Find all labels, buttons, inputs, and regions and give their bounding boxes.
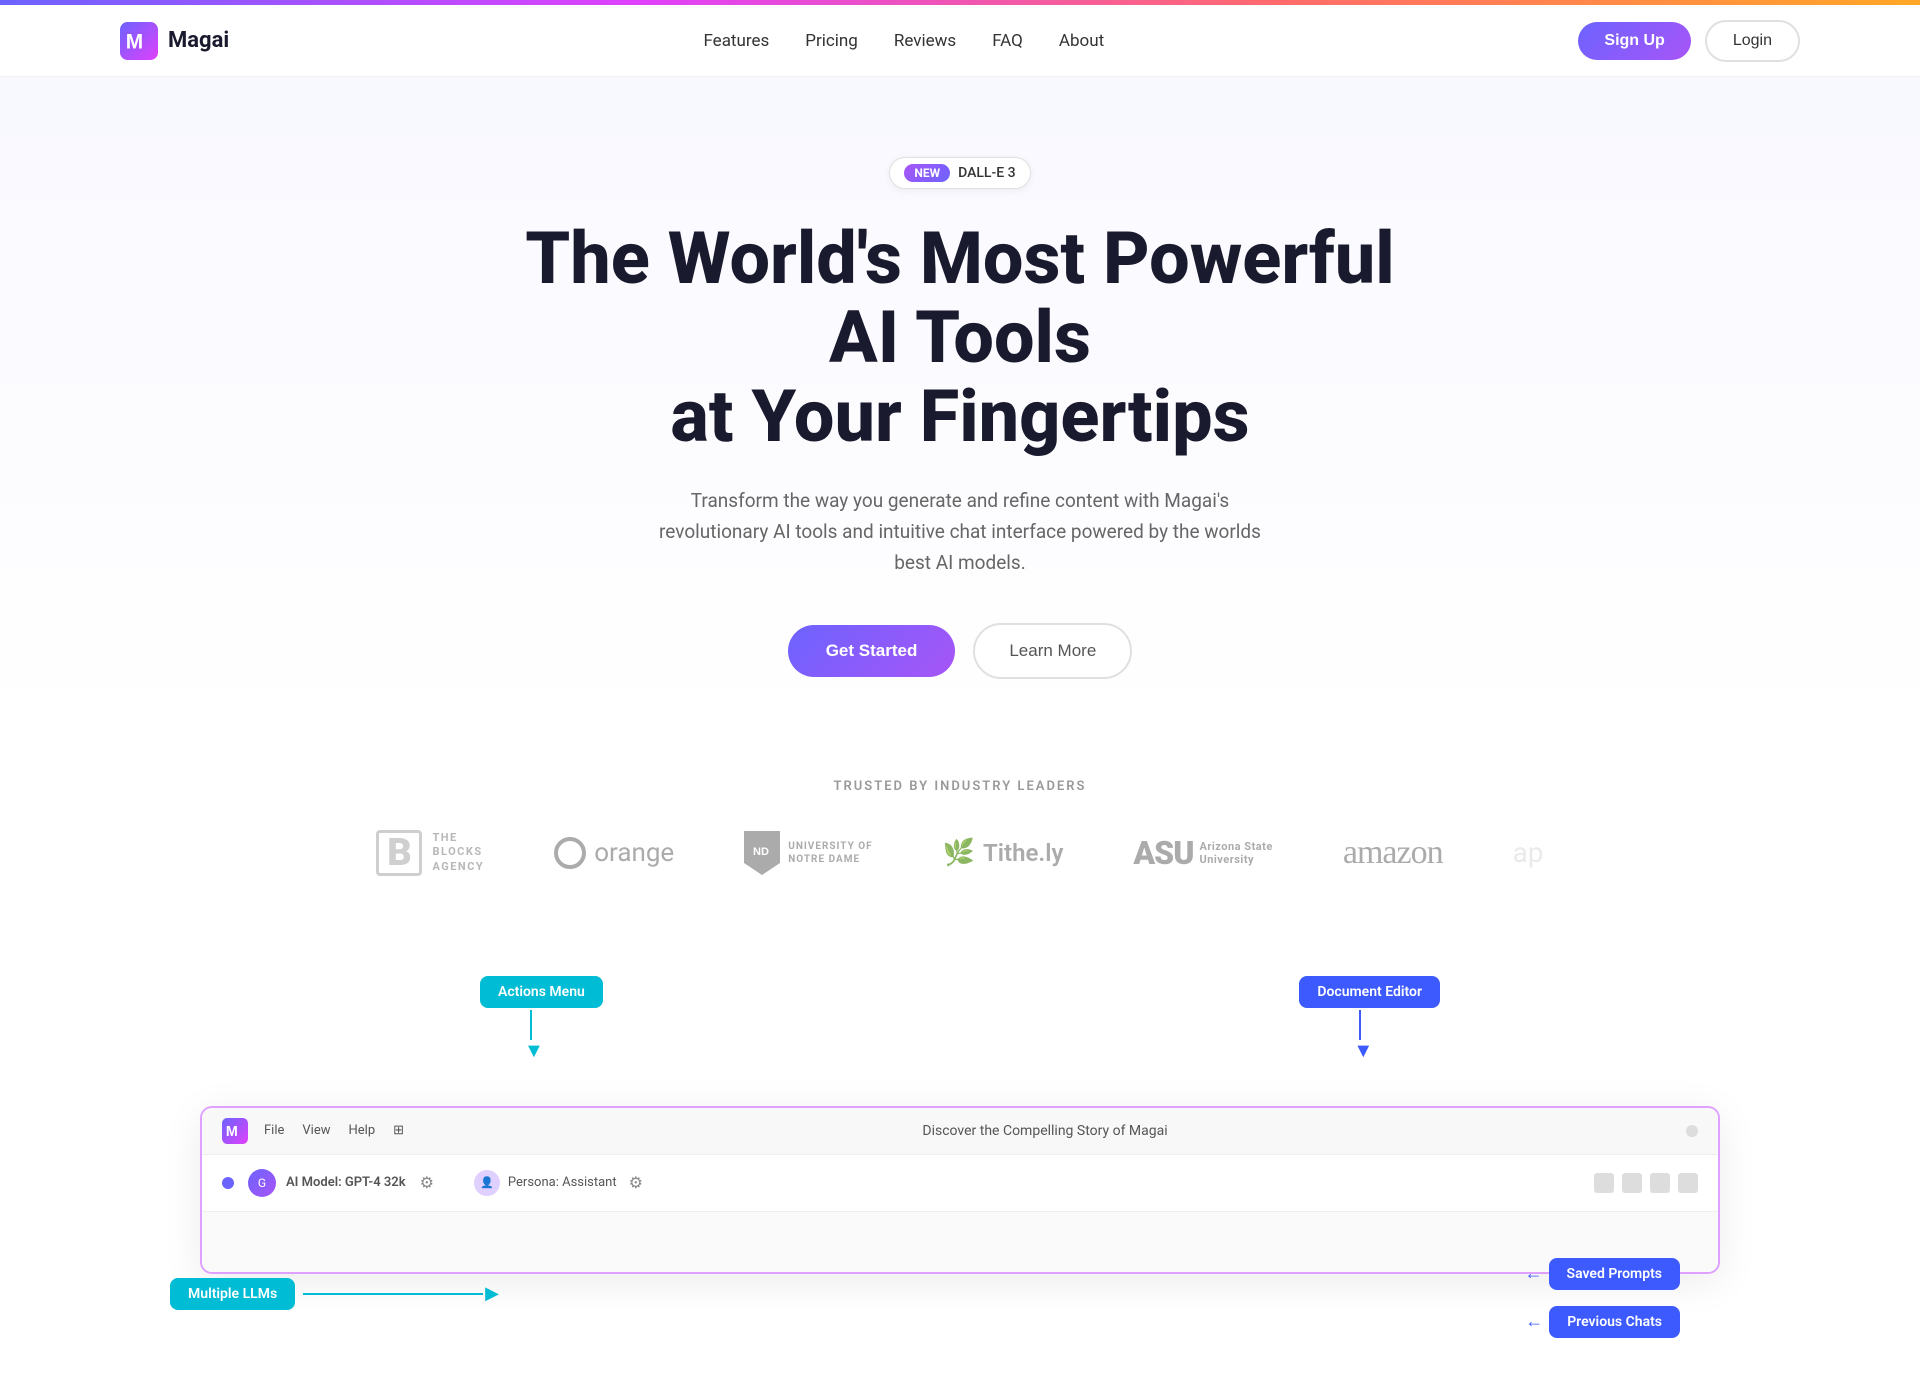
svg-text:M: M: [226, 1124, 238, 1140]
hero-badge: NEW DALL-E 3: [889, 157, 1030, 189]
saved-prompts-arrow-icon: ←: [1525, 1263, 1543, 1284]
actions-menu-arrow-head: ▼: [524, 1040, 603, 1060]
multiple-llms-label: Multiple LLMs: [170, 1278, 295, 1310]
trusted-label: TRUSTED BY INDUSTRY LEADERS: [834, 779, 1087, 794]
top-annotations: Actions Menu ▼ Document Editor ▼: [200, 976, 1720, 1046]
svg-text:M: M: [126, 30, 143, 53]
magai-logo-icon: M: [120, 22, 158, 60]
mock-model-indicator: [222, 1177, 234, 1189]
nav-about[interactable]: About: [1059, 31, 1104, 51]
hero-buttons: Get Started Learn More: [788, 623, 1133, 679]
doc-editor-annotation-group: Document Editor ▼: [1299, 976, 1440, 1060]
logo-blocks-agency: B THEBLOCKSAGENCY: [376, 830, 484, 876]
logo-text: Magai: [168, 28, 229, 53]
login-button[interactable]: Login: [1705, 20, 1800, 62]
tithe-leaf-icon: 🌿: [943, 838, 975, 868]
side-annotations: Multiple LLMs ▶ ← Saved Prompts ← Previo…: [200, 1278, 1720, 1358]
mock-sidebar-icon-2[interactable]: [1622, 1173, 1642, 1193]
trusted-section: TRUSTED BY INDUSTRY LEADERS B THEBLOCKSA…: [0, 719, 1920, 916]
hero-subtitle: Transform the way you generate and refin…: [650, 485, 1270, 579]
mock-app-window: M File View Help ⊞ Discover the Compelli…: [200, 1106, 1720, 1274]
hero-title: The World's Most Powerful AI Tools at Yo…: [510, 219, 1410, 457]
prev-chats-label: Previous Chats: [1549, 1306, 1680, 1338]
nav-faq[interactable]: FAQ: [992, 31, 1023, 51]
mock-window-controls: [1686, 1125, 1698, 1137]
saved-prompts-label: Saved Prompts: [1549, 1258, 1680, 1290]
mock-menu-help[interactable]: Help: [349, 1123, 376, 1138]
logo-area[interactable]: M Magai: [120, 22, 229, 60]
mock-model-row: G AI Model: GPT-4 32k ⚙ 👤 Persona: Assis…: [202, 1155, 1718, 1212]
nav-pricing[interactable]: Pricing: [805, 31, 858, 51]
mock-control-dot-1: [1686, 1125, 1698, 1137]
nav-links: Features Pricing Reviews FAQ About: [703, 31, 1104, 51]
mock-sidebar-controls: [1594, 1173, 1698, 1193]
mock-menu-view[interactable]: View: [302, 1123, 330, 1138]
asu-logo-mark: ASU Arizona State University: [1133, 834, 1272, 872]
svg-text:ND: ND: [753, 846, 769, 858]
mock-menu-file[interactable]: File: [264, 1123, 284, 1138]
prev-chats-annotation-group: ← Previous Chats: [1525, 1306, 1680, 1338]
blocks-text: THEBLOCKSAGENCY: [432, 831, 484, 874]
saved-prompts-annotation-group: ← Saved Prompts: [1525, 1258, 1680, 1290]
mock-app-logo: M: [222, 1118, 248, 1144]
badge-new-label: NEW: [904, 164, 950, 182]
mock-persona-gear-icon[interactable]: ⚙: [629, 1173, 643, 1192]
doc-editor-arrow-head: ▼: [1353, 1040, 1440, 1060]
nav-reviews[interactable]: Reviews: [894, 31, 956, 51]
signup-button[interactable]: Sign Up: [1578, 22, 1690, 60]
mock-sidebar-icon-4[interactable]: [1678, 1173, 1698, 1193]
mock-persona-avatar: 👤: [474, 1170, 500, 1196]
mock-window-title: Discover the Compelling Story of Magai: [420, 1123, 1670, 1139]
trusted-logos-row: B THEBLOCKSAGENCY orange ND UNIVERSITY O…: [376, 830, 1543, 876]
learn-more-button[interactable]: Learn More: [973, 623, 1132, 679]
orange-circle-icon: [554, 837, 586, 869]
mock-persona-area: 👤 Persona: Assistant ⚙: [474, 1170, 643, 1196]
mock-persona-label: Persona: Assistant: [508, 1175, 617, 1190]
mock-menu-icon[interactable]: ⊞: [393, 1123, 404, 1138]
logo-notre-dame: ND UNIVERSITY OFNOTRE DAME: [744, 831, 872, 875]
navbar: M Magai Features Pricing Reviews FAQ Abo…: [0, 5, 1920, 77]
logo-amazon: amazon: [1343, 834, 1443, 872]
hero-section: NEW DALL-E 3 The World's Most Powerful A…: [0, 77, 1920, 719]
logo-tithe: 🌿 Tithe.ly: [943, 838, 1064, 868]
mock-model-gear-icon[interactable]: ⚙: [420, 1173, 434, 1192]
mock-content-area: [202, 1212, 1718, 1272]
mock-sidebar-icon-3[interactable]: [1650, 1173, 1670, 1193]
notre-dame-shield-icon: ND: [744, 831, 780, 875]
mock-sidebar-icon-1[interactable]: [1594, 1173, 1614, 1193]
blocks-b-icon: B: [376, 830, 422, 876]
badge-product-name: DALL-E 3: [958, 165, 1016, 181]
doc-editor-label: Document Editor: [1299, 976, 1440, 1008]
logo-partial: ap: [1513, 836, 1544, 869]
doc-editor-arrow-line: [1359, 1010, 1361, 1040]
actions-menu-arrow-line: [530, 1010, 532, 1040]
nav-features[interactable]: Features: [703, 31, 769, 51]
actions-menu-label: Actions Menu: [480, 976, 603, 1008]
multiple-llm-annotation-group: Multiple LLMs ▶: [170, 1278, 499, 1310]
prev-chats-arrow-icon: ←: [1525, 1311, 1543, 1332]
mock-titlebar: M File View Help ⊞ Discover the Compelli…: [202, 1108, 1718, 1155]
mock-model-label: AI Model: GPT-4 32k: [286, 1175, 406, 1190]
llm-arrow: ▶: [303, 1283, 499, 1304]
annotation-wrapper: Actions Menu ▼ Document Editor ▼: [200, 976, 1720, 1358]
nav-actions: Sign Up Login: [1578, 20, 1800, 62]
mock-menu-bar: File View Help ⊞: [264, 1123, 404, 1138]
logo-orange: orange: [554, 837, 674, 869]
demo-section: Actions Menu ▼ Document Editor ▼: [0, 916, 1920, 1398]
actions-menu-annotation-group: Actions Menu ▼: [480, 976, 603, 1060]
logo-asu: ASU Arizona State University: [1133, 834, 1272, 872]
mock-model-icon: G: [248, 1169, 276, 1197]
get-started-button[interactable]: Get Started: [788, 625, 956, 677]
